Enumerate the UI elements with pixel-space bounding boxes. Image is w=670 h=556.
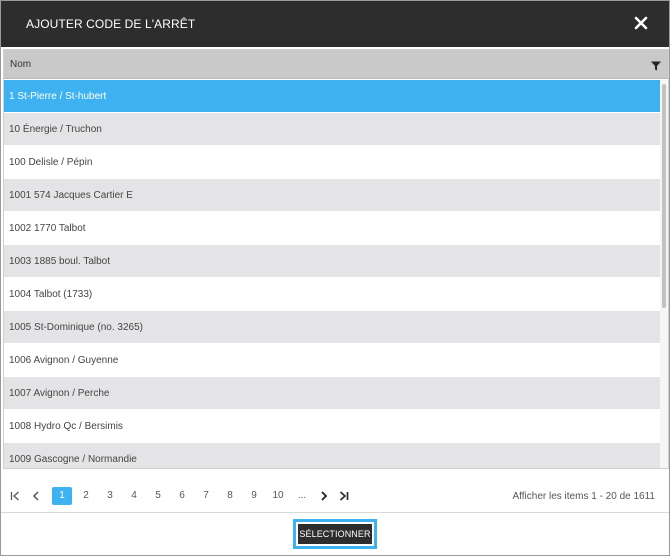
table-row[interactable]: 1001 574 Jacques Cartier E	[4, 179, 660, 212]
filter-icon[interactable]	[650, 60, 662, 72]
table-row[interactable]: 1002 1770 Talbot	[4, 212, 660, 245]
pager: 1 2 3 4 5 6 7 8 9 10... Afficher les items 1 - 20…	[1, 479, 669, 513]
table-row[interactable]: 10 Énergie / Truchon	[4, 113, 660, 146]
scrollbar-thumb[interactable]	[662, 84, 666, 308]
stops-grid: Nom 1 St-Pierre / St-hubert 10 Énergie / …	[3, 49, 669, 469]
page-button[interactable]: 5	[148, 487, 168, 505]
dialog-title: AJOUTER CODE DE L'ARRÊT	[26, 17, 196, 31]
table-row[interactable]: 100 Delisle / Pépin	[4, 146, 660, 179]
page-ellipsis-button[interactable]: ...	[292, 487, 312, 505]
table-row-selected[interactable]: 1 St-Pierre / St-hubert	[4, 80, 660, 113]
page-button[interactable]: 10	[268, 487, 288, 505]
page-button[interactable]: 9	[244, 487, 264, 505]
previous-page-icon[interactable]	[30, 490, 42, 502]
close-icon[interactable]	[631, 13, 651, 33]
table-row[interactable]: 1007 Avignon / Perche	[4, 377, 660, 410]
table-row[interactable]: 1004 Talbot (1733)	[4, 278, 660, 311]
next-page-icon[interactable]	[318, 490, 330, 502]
table-row[interactable]: 1005 St-Dominique (no. 3265)	[4, 311, 660, 344]
dialog: AJOUTER CODE DE L'ARRÊT Nom 1 St-Pierre …	[0, 0, 670, 556]
select-button-focus-ring: SÉLECTIONNER	[293, 519, 377, 549]
grid-header: Nom	[4, 50, 668, 79]
page-button[interactable]: 4	[124, 487, 144, 505]
title-bar: AJOUTER CODE DE L'ARRÊT	[1, 1, 669, 47]
grid-rows: 1 St-Pierre / St-hubert 10 Énergie / Truc…	[4, 80, 660, 468]
select-button[interactable]: SÉLECTIONNER	[298, 524, 372, 544]
column-header-nom[interactable]: Nom	[10, 59, 31, 70]
table-row[interactable]: 1006 Avignon / Guyenne	[4, 344, 660, 377]
page-button[interactable]: 6	[172, 487, 192, 505]
page-button[interactable]: 3	[100, 487, 120, 505]
dialog-footer: SÉLECTIONNER	[1, 514, 669, 555]
page-button[interactable]: 2	[76, 487, 96, 505]
table-row[interactable]: 1003 1885 boul. Talbot	[4, 245, 660, 278]
grid-body: 1 St-Pierre / St-hubert 10 Énergie / Truc…	[4, 80, 668, 468]
page-button[interactable]: 1	[52, 487, 72, 505]
table-row[interactable]: 1008 Hydro Qc / Bersimis	[4, 410, 660, 443]
page-button[interactable]: 7	[196, 487, 216, 505]
table-row[interactable]: 1009 Gascogne / Normandie	[4, 443, 660, 468]
first-page-icon[interactable]	[9, 490, 21, 502]
last-page-icon[interactable]	[338, 490, 350, 502]
pager-info: Afficher les items 1 - 20 de 1611	[512, 491, 656, 502]
vertical-scrollbar[interactable]	[660, 80, 668, 468]
page-button[interactable]: 8	[220, 487, 240, 505]
